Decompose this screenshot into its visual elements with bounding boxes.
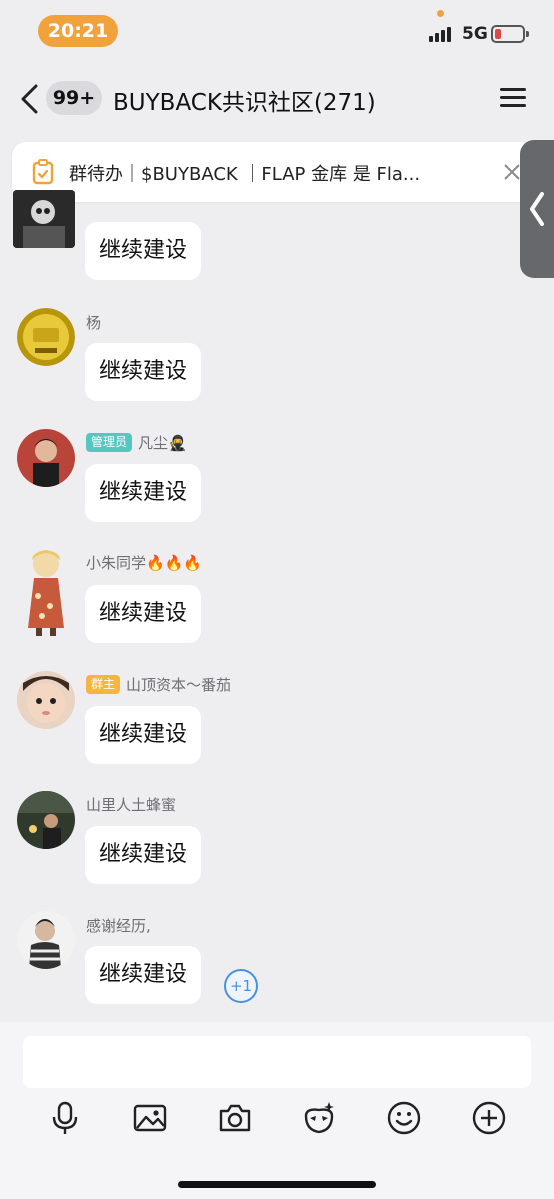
owner-role-badge: 群主 <box>86 675 121 694</box>
message-bubble[interactable]: 继续建设 <box>85 946 202 1004</box>
status-bar: 20:21 5G <box>0 0 554 64</box>
message-bubble[interactable]: 继续建设 <box>85 464 202 522</box>
sender-name-text: 小朱同学🔥🔥🔥 <box>86 554 203 572</box>
avatar[interactable] <box>17 911 75 969</box>
sender-name-text: 山里人土蜂蜜 <box>86 796 177 814</box>
plus-one-reaction-button[interactable]: +1 <box>224 969 258 1003</box>
avatar[interactable] <box>20 546 72 638</box>
back-arrow-icon[interactable] <box>18 84 42 114</box>
chat-header: 99+ BUYBACK共识社区(271) <box>0 64 554 132</box>
avatar[interactable] <box>17 308 75 366</box>
message-bubble[interactable]: 继续建设 <box>85 706 202 764</box>
image-icon[interactable] <box>132 1100 168 1136</box>
close-icon[interactable] <box>502 162 522 182</box>
sender-name: 群主 山顶资本～番茄 <box>86 674 231 695</box>
input-area <box>0 1022 554 1199</box>
status-time: 20:21 <box>38 15 118 47</box>
sender-name: 管理员 凡尘🥷 <box>86 432 187 453</box>
unread-count-badge[interactable]: 99+ <box>46 81 102 115</box>
sender-name-text: 山顶资本～番茄 <box>126 676 232 694</box>
microphone-icon[interactable] <box>47 1100 83 1136</box>
home-indicator <box>178 1181 376 1188</box>
menu-icon[interactable] <box>500 86 528 110</box>
pinned-todo-bar[interactable]: 群待办｜$BUYBACK ｜FLAP 金库 是 Fla... <box>12 142 532 202</box>
pinned-todo-text: 群待办｜$BUYBACK ｜FLAP 金库 是 Fla... <box>69 164 421 185</box>
sender-name: 杨 <box>86 312 101 333</box>
sender-name: 山里人土蜂蜜 <box>86 794 176 815</box>
sender-name-text: 凡尘🥷 <box>138 434 187 452</box>
avatar[interactable] <box>17 429 75 487</box>
network-label: 5G <box>462 24 488 44</box>
chevron-left-icon <box>530 192 544 226</box>
sender-name: 感谢经历, <box>86 915 151 936</box>
message-bubble[interactable]: 继续建设 <box>85 585 202 643</box>
message-bubble[interactable]: 继续建设 <box>85 222 202 280</box>
message-bubble[interactable]: 继续建设 <box>85 826 202 884</box>
sender-name-text: 感谢经历, <box>86 917 151 935</box>
avatar[interactable] <box>17 671 75 729</box>
avatar[interactable] <box>17 791 75 849</box>
clipboard-check-icon <box>32 159 54 185</box>
recording-dot-icon <box>437 10 444 17</box>
camera-icon[interactable] <box>217 1100 253 1136</box>
sender-name-text: 杨 <box>86 314 102 332</box>
sticker-icon[interactable] <box>301 1100 337 1136</box>
sender-name: 小朱同学🔥🔥🔥 <box>86 552 202 573</box>
side-panel-handle[interactable] <box>520 140 554 278</box>
signal-icon <box>429 26 455 42</box>
plus-icon[interactable] <box>471 1100 507 1136</box>
avatar[interactable] <box>13 190 75 248</box>
admin-role-badge: 管理员 <box>86 433 133 452</box>
chat-title: BUYBACK共识社区(271) <box>113 90 376 116</box>
emoji-icon[interactable] <box>386 1100 422 1136</box>
message-input[interactable] <box>23 1036 531 1088</box>
message-bubble[interactable]: 继续建设 <box>85 343 202 401</box>
battery-icon <box>491 25 529 43</box>
